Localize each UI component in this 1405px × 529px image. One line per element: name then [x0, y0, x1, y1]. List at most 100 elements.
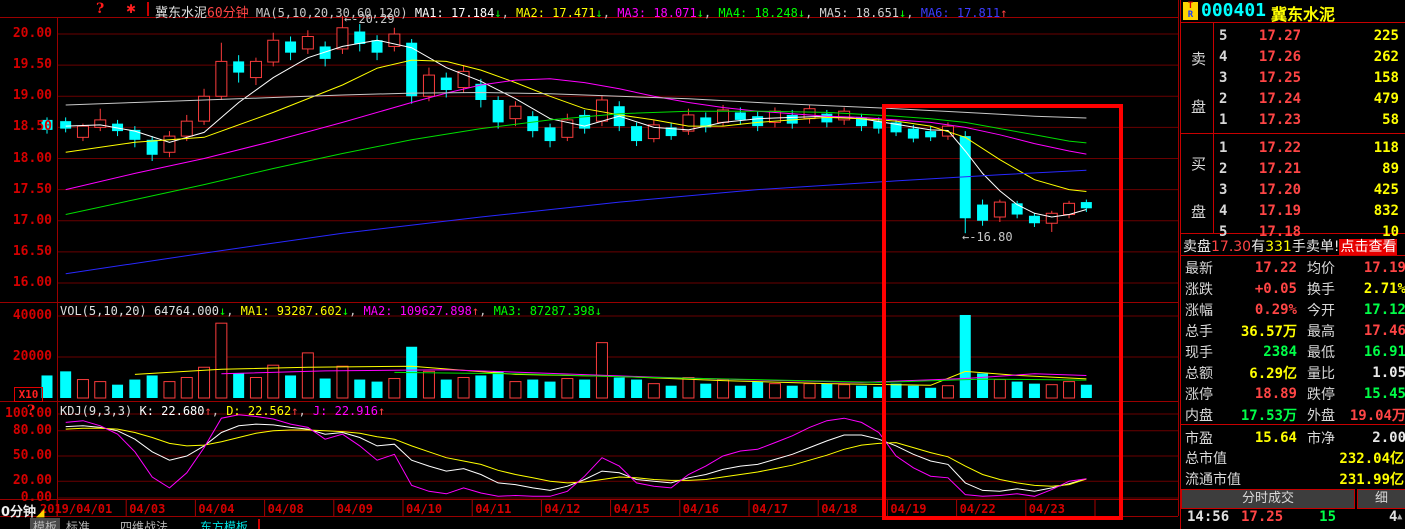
sell-row-3[interactable]: 317.25158	[1215, 67, 1405, 88]
period-indicator: 60分钟	[207, 6, 249, 21]
kdj-pane-header: KDJ(9,3,3) K: 22.680↑, D: 22.562↑, J: 22…	[60, 404, 385, 418]
alert-view-link[interactable]: 点击查看	[1339, 239, 1397, 255]
kdj-tick-label: 80.00	[2, 423, 52, 438]
level: 3	[1215, 70, 1241, 86]
stat-label: 最低	[1297, 342, 1343, 362]
chart-title-bar: 冀东水泥60分钟 MA(5,10,20,30,60,120) MA1: 17.1…	[155, 2, 1007, 21]
stat-label: 总额	[1181, 363, 1225, 383]
ma-item: MA6: 17.811↑	[914, 6, 1008, 20]
stat-value: 2.00	[1343, 430, 1405, 446]
sell-row-5[interactable]: 517.27225	[1215, 25, 1405, 46]
date-label: 04/23	[1029, 502, 1065, 516]
price-tick-label: 18.50	[2, 119, 52, 134]
tab-detail[interactable]: 细	[1357, 489, 1405, 509]
price: 17.21	[1241, 161, 1319, 177]
price-tick-label: 19.50	[2, 57, 52, 72]
level: 4	[1215, 49, 1241, 65]
stat-row: 涨停18.89跌停15.45	[1181, 383, 1405, 404]
price: 17.25	[1241, 70, 1319, 86]
vol-label: VOL(5,10,20)	[60, 304, 147, 318]
sell-row-1[interactable]: 117.2358	[1215, 109, 1405, 130]
tab-timeline-trades[interactable]: 分时成交	[1181, 489, 1355, 509]
toolbar-item-4[interactable]: 东方模板	[200, 518, 248, 529]
stat-label: 总手	[1181, 321, 1225, 341]
market-cap-row: 总市值232.04亿	[1181, 447, 1405, 468]
stat-value: 2384	[1225, 344, 1297, 360]
price: 17.26	[1241, 49, 1319, 65]
kdj-values: K: 22.680↑, D: 22.562↑, J: 22.916↑	[139, 404, 385, 418]
stat-label: 涨停	[1181, 384, 1225, 404]
bottom-tabbar: 分时成交 细	[1181, 489, 1405, 509]
level: 1	[1215, 140, 1241, 156]
level: 5	[1215, 28, 1241, 44]
sell-row-4[interactable]: 417.26262	[1215, 46, 1405, 67]
stat-row: 涨幅0.29%今开17.12	[1181, 299, 1405, 320]
volume-tick-label: 20000	[2, 349, 52, 364]
scroll-up-icon[interactable]: ▲	[1397, 512, 1402, 522]
stat-value: 16.91	[1343, 344, 1405, 360]
level: 2	[1215, 161, 1241, 177]
ma-item: K: 22.680↑,	[139, 404, 219, 418]
stat-label: 现手	[1181, 342, 1225, 362]
date-label: 04/09	[337, 502, 373, 516]
sell-buy-divider	[1181, 133, 1405, 134]
broker-badge-icon: TR	[1183, 2, 1198, 20]
ma-item: MA3: 87287.398↓	[486, 304, 602, 318]
stat-label: 内盘	[1181, 405, 1225, 425]
ma-item: D: 22.562↑,	[219, 404, 306, 418]
ma-item: MA2: 109627.898↑,	[356, 304, 486, 318]
cap-value: 231.99亿	[1339, 469, 1405, 489]
stat-value: 6.29亿	[1225, 363, 1297, 383]
volume: 89	[1319, 161, 1399, 177]
date-label: 04/08	[268, 502, 304, 516]
stat-value: 19.04万	[1343, 405, 1405, 425]
stat-value: 2.71%	[1343, 281, 1405, 297]
volume: 118	[1319, 140, 1399, 156]
buy-row-2[interactable]: 217.2189	[1215, 158, 1405, 179]
date-label: 04/17	[752, 502, 788, 516]
cap-value: 232.04亿	[1339, 448, 1405, 468]
toolbar-item-1[interactable]: 模板	[30, 518, 60, 529]
stat-row: 内盘17.53万外盘19.04万	[1181, 404, 1405, 425]
buy-label-char: 买	[1191, 153, 1206, 174]
stat-label: 最高	[1297, 321, 1343, 341]
title-separator	[147, 2, 149, 16]
buy-row-1[interactable]: 117.22118	[1215, 137, 1405, 158]
volume: 832	[1319, 203, 1399, 219]
sell-label-char: 卖	[1191, 48, 1206, 69]
volume: 58	[1319, 112, 1399, 128]
low-price-annotation: ←-16.80	[962, 230, 1013, 244]
kdj-tick-label: 20.00	[2, 473, 52, 488]
stat-value: 17.12	[1343, 302, 1405, 318]
stat-value: 36.57万	[1225, 321, 1297, 341]
stat-value: 1.05	[1343, 365, 1405, 381]
stat-value: 15.64	[1225, 430, 1297, 446]
trading-app-window: ? ✱ 冀东水泥60分钟 MA(5,10,20,30,60,120) MA1: …	[0, 0, 1405, 529]
price: 17.23	[1241, 112, 1319, 128]
vol-value: 64764.000	[154, 304, 219, 318]
price: 17.27	[1241, 28, 1319, 44]
toolbar-item-3[interactable]: 四维战法	[120, 518, 168, 529]
volume: 262	[1319, 49, 1399, 65]
high-price-annotation: ←-20.29	[344, 12, 395, 26]
toolbar-item-2[interactable]: 标准	[66, 518, 90, 529]
buy-row-4[interactable]: 417.19832	[1215, 200, 1405, 221]
settings-gear-icon[interactable]: ✱	[126, 2, 136, 16]
stat-value: +0.05	[1225, 281, 1297, 297]
date-label: 04/11	[475, 502, 511, 516]
price-tick-label: 16.50	[2, 244, 52, 259]
vol-ma-values: MA1: 93287.602↓, MA2: 109627.898↑, MA3: …	[241, 304, 602, 318]
stat-label: 跌停	[1297, 384, 1343, 404]
chart-canvas[interactable]	[0, 0, 1180, 529]
ma-item: MA5: 18.651↓,	[812, 6, 913, 20]
kdj-help-icon[interactable]: ?	[27, 403, 35, 419]
toolbar-separator	[258, 519, 260, 529]
price-tick-label: 17.50	[2, 182, 52, 197]
volume: 425	[1319, 182, 1399, 198]
buy-row-3[interactable]: 317.20425	[1215, 179, 1405, 200]
level: 1	[1215, 112, 1241, 128]
volume-tick-label: 40000	[2, 308, 52, 323]
sell-row-2[interactable]: 217.24479	[1215, 88, 1405, 109]
price-tick-label: 18.00	[2, 151, 52, 166]
help-icon[interactable]: ?	[96, 1, 104, 17]
